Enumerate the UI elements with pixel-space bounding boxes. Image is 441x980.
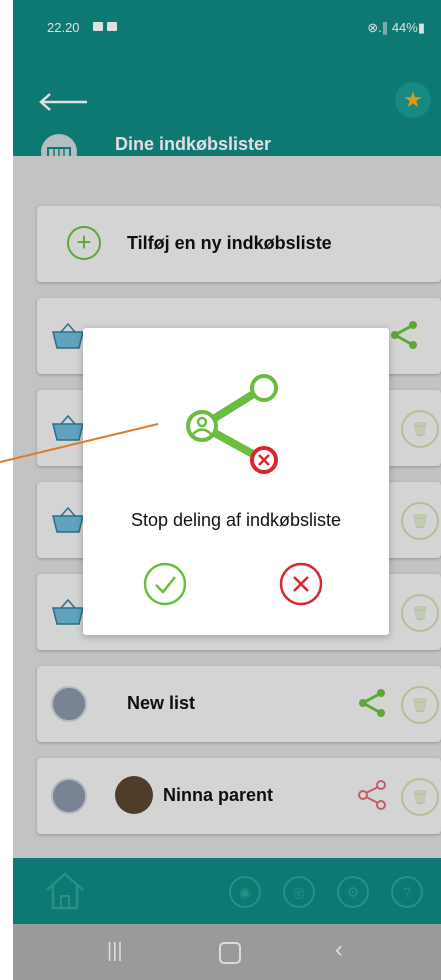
list-item-label: New list (127, 693, 196, 713)
share-icon[interactable] (357, 688, 387, 718)
basket-nav-icon[interactable]: ◉ (229, 876, 261, 908)
trash-icon[interactable]: 🗑 (401, 686, 439, 724)
phone-screen: 22.20 ⊗.∥ 44%▮ ★ Dine indkøbslister + Ti… (13, 0, 441, 980)
plus-icon: + (67, 226, 101, 260)
recents-icon[interactable]: ||| (107, 940, 123, 963)
help-icon[interactable]: ? (391, 876, 423, 908)
list-item[interactable]: Ninna parent 🗑 (37, 758, 441, 834)
basket-icon (52, 506, 84, 533)
close-icon[interactable] (279, 562, 323, 606)
list-item[interactable]: New list 🗑 (37, 666, 441, 742)
back-system-icon[interactable]: ‹ (335, 936, 343, 964)
back-arrow-icon[interactable] (39, 92, 89, 112)
star-icon[interactable]: ★ (395, 82, 431, 118)
list-item-label: Ninna parent (163, 785, 274, 805)
gallery-icon (93, 22, 103, 31)
home-system-icon[interactable] (219, 942, 241, 964)
notification-icons (93, 22, 117, 31)
add-list-label: Tilføj en ny indkøbsliste (127, 233, 332, 253)
system-nav-bar: ||| ‹ (13, 924, 441, 980)
share-icon[interactable] (389, 320, 419, 350)
gear-icon[interactable]: ⚙ (337, 876, 369, 908)
stop-sharing-dialog: Stop deling af indkøbsliste (83, 328, 389, 635)
avatar (115, 776, 153, 814)
add-list-card[interactable]: + Tilføj en ny indkøbsliste (37, 206, 441, 282)
check-icon[interactable] (143, 562, 187, 606)
trash-icon[interactable]: 🗑 (401, 410, 439, 448)
location-icon[interactable]: ◎ (283, 876, 315, 908)
stop-share-icon (186, 374, 278, 474)
basket-icon (52, 414, 84, 441)
share-icon[interactable] (357, 780, 387, 810)
calendar-icon (107, 22, 117, 31)
dialog-title: Stop deling af indkøbsliste (130, 510, 342, 530)
home-icon[interactable] (43, 868, 87, 912)
basket-icon (52, 322, 84, 349)
trash-icon[interactable]: 🗑 (401, 502, 439, 540)
status-bar: 22.20 ⊗.∥ 44%▮ (13, 0, 441, 52)
pin-avatar-icon (51, 686, 87, 722)
tab-label[interactable]: Dine indkøbslister (115, 134, 271, 155)
pin-avatar-icon (51, 778, 87, 814)
basket-icon (52, 598, 84, 625)
bottom-nav: ◉ ◎ ⚙ ? (13, 858, 441, 924)
status-time: 22.20 (47, 20, 80, 35)
trash-icon[interactable]: 🗑 (401, 778, 439, 816)
trash-icon[interactable]: 🗑 (401, 594, 439, 632)
status-indicators: ⊗.∥ 44%▮ (367, 20, 425, 35)
